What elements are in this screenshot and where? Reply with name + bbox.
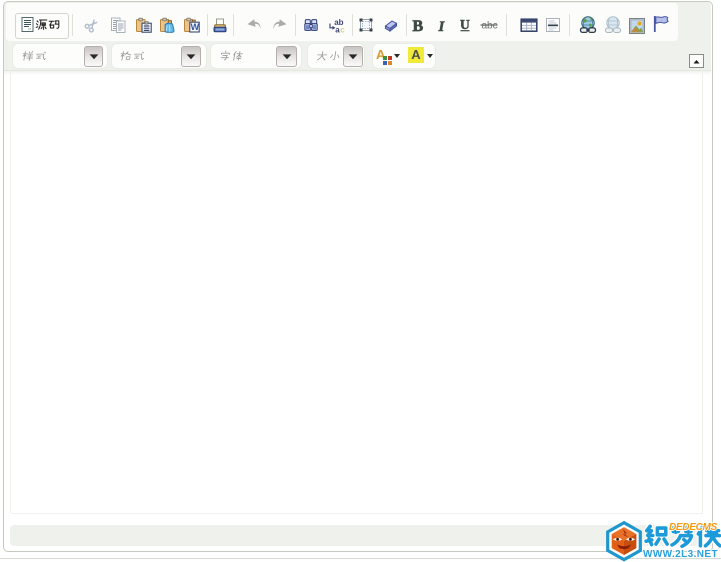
svg-text:I: I [438, 19, 446, 33]
svg-text:U: U [460, 17, 470, 32]
svg-text:abc: abc [482, 21, 498, 32]
svg-text:W: W [191, 22, 200, 32]
svg-text:B: B [413, 18, 424, 33]
svg-text:c: c [340, 26, 345, 34]
